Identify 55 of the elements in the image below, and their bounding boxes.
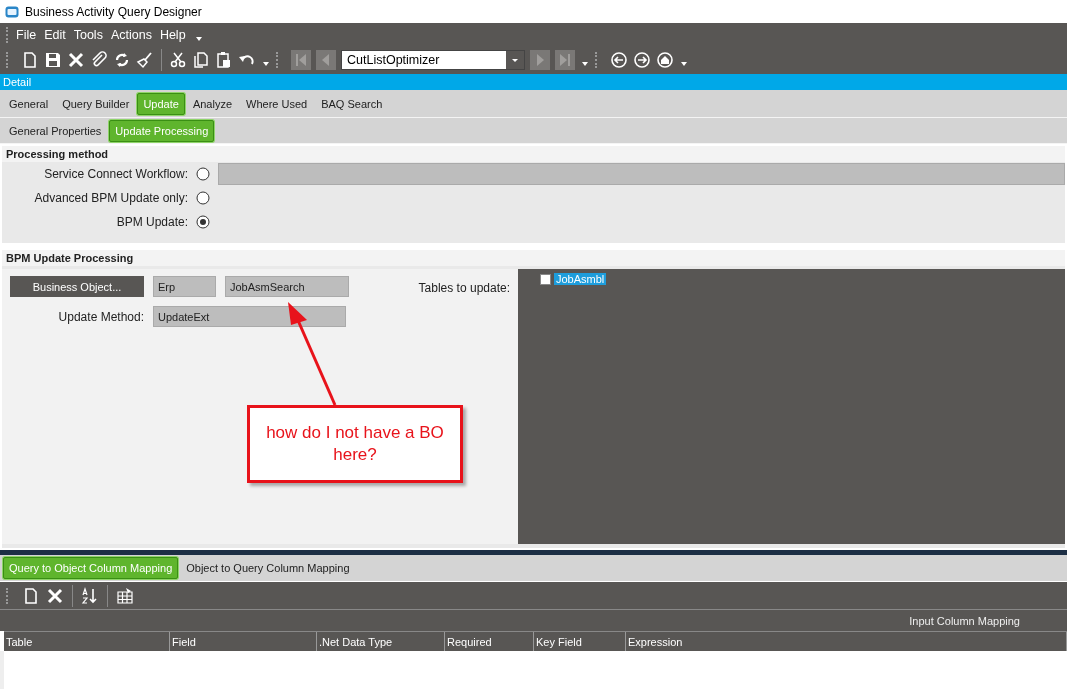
broom-icon[interactable] (136, 51, 154, 69)
panel-title: Processing method (6, 148, 109, 160)
callout-text: how do I not have a BO here? (265, 421, 445, 466)
caret-icon[interactable] (195, 36, 202, 41)
paperclip-icon[interactable] (90, 51, 108, 69)
menu-item[interactable]: Actions (110, 27, 152, 42)
tab[interactable]: Query Builder (56, 92, 136, 115)
radio-button[interactable] (196, 215, 210, 229)
tab[interactable]: General Properties (3, 119, 108, 142)
namespace-field[interactable]: Erp (153, 276, 216, 297)
record-combo[interactable]: CutListOptimizer (341, 50, 525, 70)
workflow-field[interactable] (218, 163, 1065, 185)
radio-button[interactable] (196, 167, 210, 181)
caret-icon[interactable] (582, 62, 588, 66)
tab[interactable]: Object to Query Column Mapping (180, 557, 356, 579)
scissors-icon[interactable] (169, 51, 187, 69)
tab[interactable]: Analyze (186, 92, 239, 115)
business-object-button[interactable]: Business Object... (10, 276, 144, 297)
sort-icon[interactable] (81, 586, 99, 605)
new-icon[interactable] (21, 51, 39, 69)
tables-label: Tables to update: (418, 281, 510, 295)
grid-icon[interactable] (116, 586, 134, 605)
refresh-icon[interactable] (113, 51, 131, 69)
band-header: Input Column Mapping (909, 614, 1020, 627)
checkbox[interactable] (540, 273, 551, 285)
tab[interactable]: BAQ Search (315, 92, 389, 115)
option-label: BPM Update: (115, 215, 188, 229)
new-icon[interactable] (22, 586, 40, 605)
app-icon (5, 5, 19, 18)
update-method-label: Update Method: (57, 309, 144, 324)
option-label: Advanced BPM Update only: (33, 191, 188, 205)
object-field[interactable]: JobAsmSearch (225, 276, 349, 297)
menu-item[interactable]: File (16, 27, 37, 42)
window-title: Business Activity Query Designer (25, 4, 202, 19)
caret-icon[interactable] (263, 62, 269, 66)
back-icon[interactable] (610, 51, 628, 69)
menu-item[interactable]: Help (159, 27, 186, 42)
copy-icon[interactable] (192, 51, 210, 69)
save-icon[interactable] (44, 51, 62, 69)
tab[interactable]: Where Used (240, 92, 314, 115)
home-icon[interactable] (656, 51, 674, 69)
delete-icon[interactable] (67, 51, 85, 69)
tab[interactable]: General (3, 92, 55, 115)
menu-item[interactable]: Tools (73, 27, 103, 42)
dropdown-icon[interactable] (506, 51, 524, 69)
menu-item[interactable]: Edit (44, 27, 66, 42)
panel-title: BPM Update Processing (6, 252, 134, 264)
option-label: Service Connect Workflow: (43, 167, 188, 181)
detail-label: Detail (3, 76, 32, 88)
caret-icon[interactable] (681, 62, 687, 66)
update-method-field[interactable]: UpdateExt (153, 306, 346, 327)
forward-icon[interactable] (633, 51, 651, 69)
paste-icon[interactable] (215, 51, 233, 69)
radio-button[interactable] (196, 191, 210, 205)
delete-icon[interactable] (46, 586, 64, 605)
